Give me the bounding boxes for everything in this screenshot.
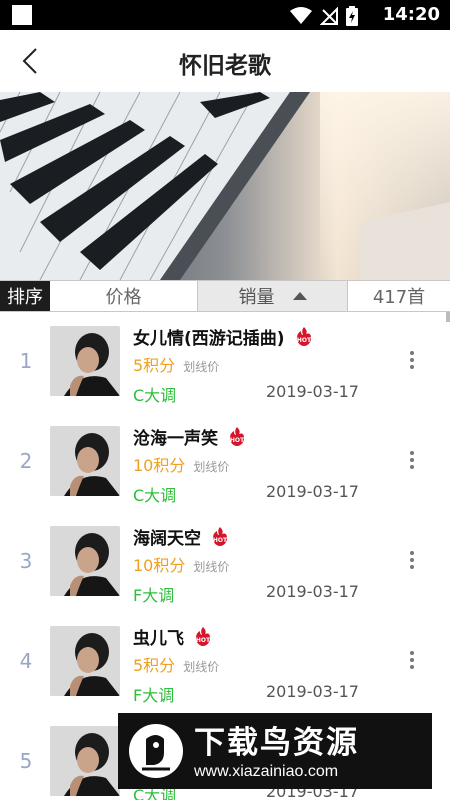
song-list-item[interactable]: 1 女儿情(西游记插曲) HOT 5积分 划线价 C大调 2019-03-17 [0, 312, 450, 412]
album-cover-image [50, 526, 120, 596]
sort-by-sales-button[interactable]: 销量 [198, 281, 348, 311]
song-title: 海阔天空 [133, 529, 201, 549]
more-options-icon[interactable] [402, 448, 422, 474]
song-points: 5积分 [133, 656, 176, 675]
song-date: 2019-03-17 [266, 482, 359, 501]
song-rank: 1 [19, 349, 33, 373]
song-price-row: 5积分 划线价 [133, 652, 219, 676]
song-title: 虫儿飞 [133, 629, 184, 649]
song-title-row: 女儿情(西游记插曲) HOT [133, 324, 315, 349]
sort-price-label: 价格 [105, 287, 142, 308]
song-strike-price: 划线价 [183, 360, 220, 374]
watermark-banner: 下载鸟资源 www.xiazainiao.com [118, 713, 432, 789]
song-rank: 2 [19, 449, 33, 473]
sort-by-price-button[interactable]: 价格 [50, 281, 198, 311]
battery-icon [346, 6, 358, 26]
sort-sales-label: 销量 [238, 287, 275, 308]
song-list-item[interactable]: 3 海阔天空 HOT 10积分 划线价 F大调 2019-03-17 [0, 512, 450, 612]
watermark-url: www.xiazainiao.com [194, 763, 339, 780]
notification-icon [12, 5, 32, 25]
song-strike-price: 划线价 [183, 660, 220, 674]
song-thumbnail[interactable] [50, 626, 120, 696]
song-title-row: 沧海一声笑 HOT [133, 424, 248, 449]
banner-image [0, 92, 450, 280]
song-title-row: 海阔天空 HOT [133, 524, 231, 549]
song-key: C大调 [133, 386, 177, 405]
song-list-item[interactable]: 4 虫儿飞 HOT 5积分 划线价 F大调 2019-03-17 [0, 612, 450, 712]
hot-badge-icon: HOT [213, 526, 228, 546]
sort-ascending-icon [292, 292, 307, 300]
song-key: F大调 [133, 686, 175, 705]
hot-badge-icon: HOT [296, 326, 312, 346]
song-title: 女儿情(西游记插曲) [133, 329, 285, 349]
sort-bar: 排序 价格 销量 417首 [0, 280, 450, 312]
song-thumbnail[interactable] [50, 726, 120, 796]
song-points: 10积分 [133, 556, 186, 575]
svg-text:HOT: HOT [196, 637, 211, 644]
album-cover-image [50, 326, 120, 396]
bird-logo-icon [129, 724, 183, 778]
song-rank: 3 [19, 549, 33, 573]
svg-text:HOT: HOT [213, 537, 228, 544]
song-thumbnail[interactable] [50, 426, 120, 496]
clock: 14:20 [382, 4, 440, 25]
wifi-icon [290, 7, 312, 24]
svg-text:HOT: HOT [230, 437, 245, 444]
song-title-row: 虫儿飞 HOT [133, 624, 214, 649]
song-points: 10积分 [133, 456, 186, 475]
song-price-row: 10积分 划线价 [133, 452, 229, 476]
song-count: 417首 [372, 287, 426, 308]
hot-badge-icon: HOT [196, 626, 211, 646]
song-key: C大调 [133, 486, 177, 505]
song-title: 沧海一声笑 [133, 429, 218, 449]
song-rank: 5 [19, 749, 33, 773]
hot-badge-icon: HOT [230, 426, 245, 446]
status-bar: 14:20 [0, 0, 450, 30]
title-bar: 怀旧老歌 [0, 30, 450, 92]
song-points: 5积分 [133, 356, 176, 375]
more-options-icon[interactable] [402, 548, 422, 574]
song-strike-price: 划线价 [193, 460, 230, 474]
more-options-icon[interactable] [402, 648, 422, 674]
song-list-item[interactable]: 2 沧海一声笑 HOT 10积分 划线价 C大调 2019-03-17 [0, 412, 450, 512]
song-date: 2019-03-17 [266, 682, 359, 701]
song-rank: 4 [19, 649, 33, 673]
song-thumbnail[interactable] [50, 326, 120, 396]
svg-text:HOT: HOT [296, 337, 311, 344]
sort-label: 排序 [0, 281, 50, 311]
song-key: F大调 [133, 586, 175, 605]
page-title: 怀旧老歌 [179, 53, 271, 79]
album-cover-image [50, 726, 120, 796]
song-date: 2019-03-17 [266, 382, 359, 401]
watermark-title: 下载鸟资源 [194, 725, 359, 761]
song-price-row: 5积分 划线价 [133, 352, 219, 376]
no-sim-icon [320, 7, 338, 25]
piano-keys-image [0, 92, 450, 280]
album-cover-image [50, 426, 120, 496]
song-price-row: 10积分 划线价 [133, 552, 229, 576]
song-date: 2019-03-17 [266, 582, 359, 601]
more-options-icon[interactable] [402, 348, 422, 374]
song-strike-price: 划线价 [193, 560, 230, 574]
album-cover-image [50, 626, 120, 696]
song-thumbnail[interactable] [50, 526, 120, 596]
